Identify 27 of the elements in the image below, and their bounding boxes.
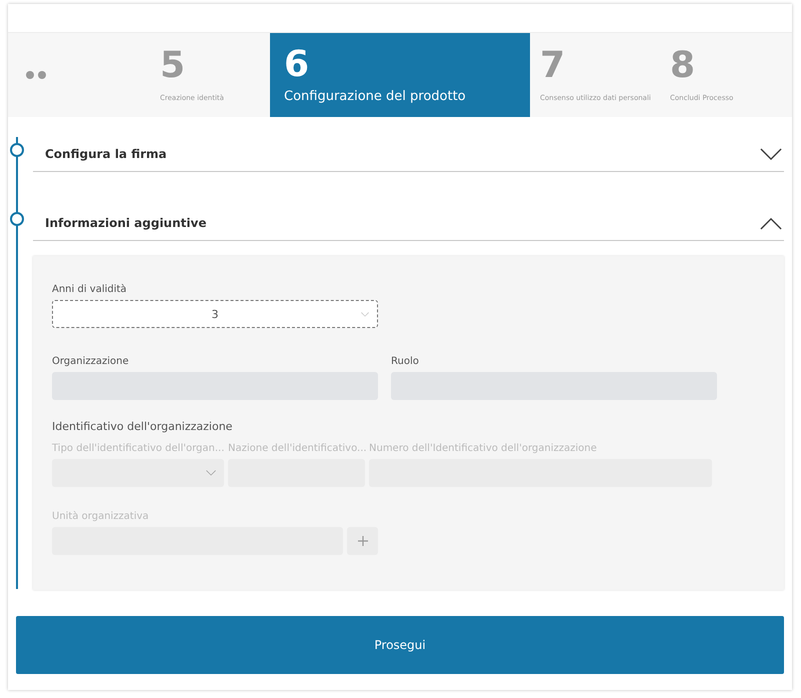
chevron-down-icon (361, 312, 369, 316)
validity-select[interactable]: 3 (52, 300, 378, 328)
field-label: Tipo dell'identificativo dell'organ... (52, 443, 224, 454)
continue-button[interactable]: Prosegui (16, 616, 784, 674)
field-label: Anni di validità (52, 284, 128, 295)
chevron-up-icon (760, 216, 782, 230)
more-steps-icon[interactable] (26, 71, 48, 79)
step-number: 7 (540, 48, 566, 84)
field-label: Ruolo (391, 356, 420, 367)
step-number: 6 (284, 46, 310, 82)
field-label: Numero dell'Identificativo dell'organizzazione (369, 443, 598, 454)
section-header[interactable]: Informazioni aggiuntive (33, 206, 784, 241)
section-title: Informazioni aggiuntive (45, 216, 206, 230)
step-number: 5 (160, 48, 186, 84)
section-header[interactable]: Configura la firma (33, 137, 784, 172)
field-label: Organizzazione (52, 356, 130, 367)
field-label: Unità organizzativa (52, 511, 150, 522)
section-title: Configura la firma (45, 147, 167, 161)
field-label: Nazione dell'identificativo... (228, 443, 365, 454)
chevron-down-icon (206, 470, 216, 476)
add-button[interactable] (347, 527, 378, 555)
chevron-down-icon (760, 148, 782, 160)
step-label: Configurazione del prodotto (284, 88, 467, 104)
step-tab[interactable]: 6 Configurazione del prodotto (270, 33, 530, 117)
step-number: 8 (670, 48, 696, 84)
plus-icon (358, 536, 368, 546)
group-title: Identificativo dell'organizzazione (52, 420, 234, 433)
